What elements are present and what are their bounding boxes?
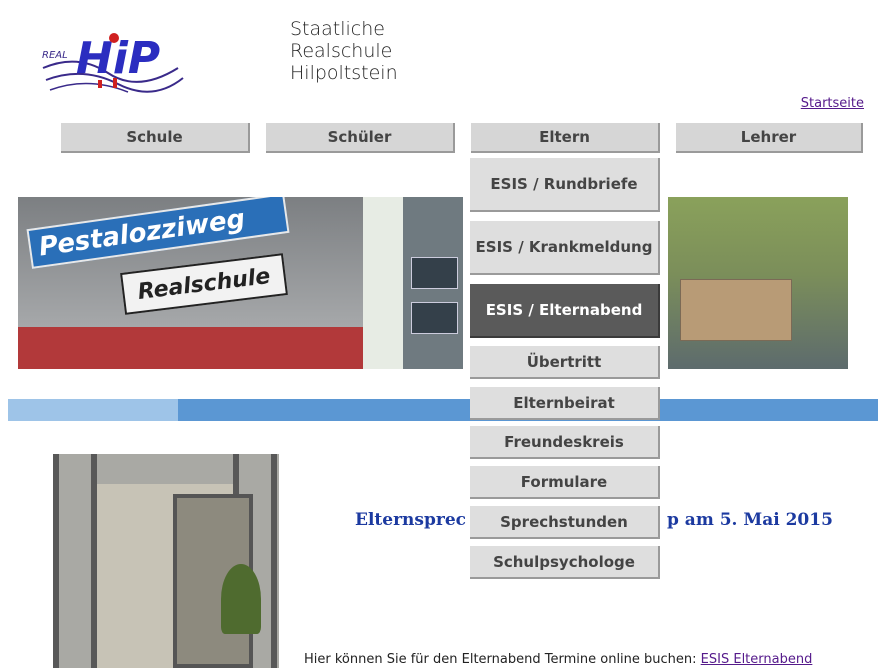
- nav-schueler[interactable]: Schüler: [266, 123, 455, 153]
- booking-text-label: Hier können Sie für den Elternabend Term…: [304, 652, 701, 667]
- entrance-photo: [53, 454, 279, 668]
- logo-graphic: REAL HiP: [42, 33, 184, 93]
- dropdown-sprechstunden[interactable]: Sprechstunden: [470, 506, 660, 539]
- building-photo: [403, 197, 463, 369]
- nav-schule[interactable]: Schule: [61, 123, 250, 153]
- dropdown-esis-rundbriefe[interactable]: ESIS / Rundbriefe: [470, 158, 660, 212]
- school-name-line-2: Realschule: [290, 40, 393, 62]
- dropdown-freundeskreis[interactable]: Freundeskreis: [470, 426, 660, 459]
- headline-right: p am 5. Mai 2015: [667, 510, 833, 530]
- school-logo[interactable]: REAL HiP: [38, 18, 188, 98]
- school-name: Staatliche Realschule Hilpoltstein: [290, 18, 398, 84]
- svg-text:REAL: REAL: [42, 50, 68, 61]
- headline-left: Elternsprec: [355, 510, 466, 530]
- dropdown-schulpsychologe[interactable]: Schulpsychologe: [470, 546, 660, 579]
- street-sign-photo: Pestalozziweg Realschule: [18, 197, 363, 369]
- dropdown-esis-krankmeldung[interactable]: ESIS / Krankmeldung: [470, 221, 660, 275]
- booking-text: Hier können Sie für den Elternabend Term…: [304, 652, 812, 667]
- school-name-line-1: Staatliche: [290, 18, 385, 40]
- school-name-line-3: Hilpoltstein: [290, 62, 398, 84]
- dropdown-uebertritt[interactable]: Übertritt: [470, 346, 660, 379]
- nav-eltern[interactable]: Eltern: [471, 123, 660, 153]
- dropdown-esis-elternabend[interactable]: ESIS / Elternabend: [470, 284, 660, 338]
- nav-lehrer[interactable]: Lehrer: [676, 123, 863, 153]
- startseite-link[interactable]: Startseite: [801, 96, 864, 111]
- banner-image: Pestalozziweg Realschule: [18, 197, 848, 369]
- school-sign-photo: [668, 197, 848, 369]
- esis-elternabend-link[interactable]: ESIS Elternabend: [701, 652, 813, 667]
- decorative-stripe: [8, 399, 878, 421]
- banner-divider: [363, 197, 403, 369]
- dropdown-formulare[interactable]: Formulare: [470, 466, 660, 499]
- dropdown-elternbeirat[interactable]: Elternbeirat: [470, 387, 660, 420]
